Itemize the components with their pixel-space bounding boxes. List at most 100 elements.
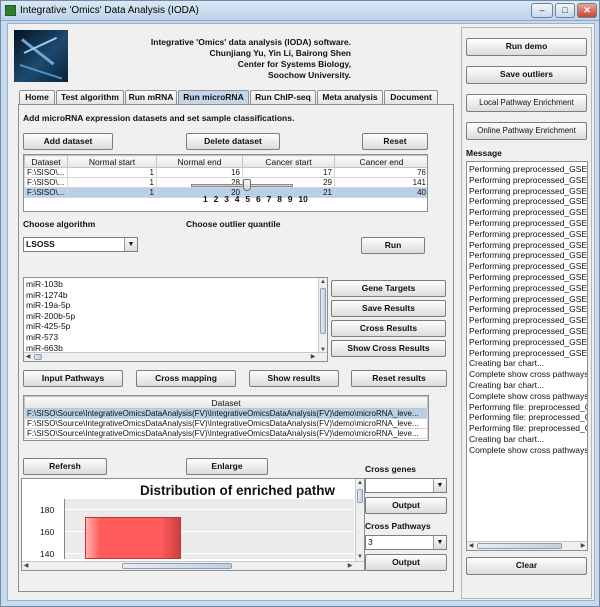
output-pathways-button[interactable]: Output	[365, 554, 447, 571]
table-cell[interactable]: 17	[242, 167, 335, 178]
online-pathway-enrichment-button[interactable]: Online Pathway Enrichment	[466, 122, 587, 140]
cross-pathways-label: Cross Pathways	[365, 521, 431, 531]
tab-home[interactable]: Home	[19, 90, 55, 104]
run-button[interactable]: Run	[361, 237, 425, 254]
minimize-button[interactable]: –	[531, 3, 553, 18]
save-outliers-button[interactable]: Save outliers	[466, 66, 587, 84]
chart-horizontal-scrollbar[interactable]: ◀ ▶	[22, 561, 364, 570]
column-header[interactable]: Cancer start	[242, 155, 335, 168]
list-item[interactable]: miR-573	[24, 332, 327, 343]
scroll-left-icon[interactable]: ◀	[22, 562, 30, 570]
mirna-list[interactable]: miR-103b miR-1274b miR-19a-5p miR-200b-5…	[23, 277, 328, 362]
column-header[interactable]: Dataset	[24, 396, 428, 409]
table-cell[interactable]: F:\SISO\...	[24, 187, 68, 198]
scroll-thumb[interactable]	[122, 563, 232, 569]
column-header[interactable]: Normal start	[67, 155, 157, 168]
table-cell[interactable]: F:\SISO\...	[24, 167, 68, 178]
message-item: Performing file: preprocessed_G	[469, 412, 587, 423]
list-item[interactable]: miR-200b-5p	[24, 311, 327, 322]
chevron-down-icon[interactable]: ▼	[124, 238, 137, 251]
scroll-thumb[interactable]	[477, 543, 562, 549]
maximize-button[interactable]: □	[555, 3, 575, 18]
tab-test-algorithm[interactable]: Test algorithm	[56, 90, 124, 104]
refresh-button[interactable]: Refersh	[23, 458, 107, 475]
input-pathways-button[interactable]: Input Pathways	[23, 370, 123, 387]
scroll-right-icon[interactable]: ▶	[346, 562, 354, 570]
delete-dataset-button[interactable]: Delete dataset	[186, 133, 280, 150]
algorithm-select[interactable]: LSOSS ▼	[23, 237, 138, 252]
message-item: Performing preprocessed_GSE2	[469, 336, 587, 347]
table-row-selected[interactable]: F:\SISO\Source\IntegrativeOmicsDataAnaly…	[24, 408, 428, 419]
list-item[interactable]: miR-103b	[24, 279, 327, 290]
tab-meta-analysis[interactable]: Meta analysis	[317, 90, 383, 104]
scroll-up-icon[interactable]: ▲	[319, 278, 327, 286]
chevron-down-icon[interactable]: ▼	[433, 536, 446, 549]
column-header[interactable]: Normal end	[156, 155, 243, 168]
table-cell[interactable]: 141	[334, 177, 427, 188]
table-row[interactable]: F:\SISO\Source\IntegrativeOmicsDataAnaly…	[24, 428, 428, 439]
table-cell[interactable]: 1	[67, 187, 157, 198]
slider-tick-label: 1	[203, 194, 208, 204]
message-horizontal-scrollbar[interactable]: ◀ ▶	[467, 541, 587, 550]
outlier-slider-thumb[interactable]	[243, 179, 252, 191]
scroll-right-icon[interactable]: ▶	[579, 542, 587, 550]
reset-results-button[interactable]: Reset results	[351, 370, 447, 387]
add-dataset-button[interactable]: Add dataset	[23, 133, 113, 150]
output-genes-button[interactable]: Output	[365, 497, 447, 514]
tab-document[interactable]: Document	[384, 90, 438, 104]
cross-mapping-button[interactable]: Cross mapping	[136, 370, 236, 387]
table-cell[interactable]: 40	[334, 187, 427, 198]
cross-pathways-select[interactable]: 3 ▼	[365, 535, 447, 550]
run-demo-button[interactable]: Run demo	[466, 38, 587, 56]
scroll-left-icon[interactable]: ◀	[24, 353, 32, 361]
outlier-slider-track[interactable]	[191, 184, 293, 187]
table-row[interactable]: F:\SISO\... 1 16 17 76	[24, 167, 427, 178]
cross-genes-select[interactable]: ▼	[365, 478, 447, 493]
message-item: Performing preprocessed_GSE6	[469, 239, 587, 250]
scroll-left-icon[interactable]: ◀	[467, 542, 475, 550]
tab-run-chip-seq[interactable]: Run ChIP-seq	[250, 90, 316, 104]
header-credits: Integrative 'Omics' data analysis (IODA)…	[111, 37, 351, 81]
show-cross-results-button[interactable]: Show Cross Results	[331, 340, 446, 357]
list-vertical-scrollbar[interactable]: ▲ ▼	[318, 278, 327, 354]
column-header[interactable]: Dataset	[24, 155, 68, 168]
list-item[interactable]: miR-1274b	[24, 290, 327, 301]
table-row[interactable]: F:\SISO\Source\IntegrativeOmicsDataAnaly…	[24, 418, 428, 429]
close-button[interactable]: ✕	[577, 3, 597, 18]
scroll-thumb[interactable]	[34, 354, 42, 360]
tab-run-microrna[interactable]: Run microRNA	[178, 90, 249, 105]
save-results-button[interactable]: Save Results	[331, 300, 446, 317]
column-header[interactable]: Cancer end	[334, 155, 427, 168]
clear-button[interactable]: Clear	[466, 557, 587, 575]
reset-button[interactable]: Reset	[362, 133, 428, 150]
chevron-down-icon[interactable]: ▼	[433, 479, 446, 492]
table-cell[interactable]: F:\SISO\...	[24, 177, 68, 188]
list-item[interactable]: miR-425-5p	[24, 321, 327, 332]
local-pathway-enrichment-button[interactable]: Local Pathway Enrichment	[466, 94, 587, 112]
list-item[interactable]: miR-19a-5p	[24, 300, 327, 311]
table-cell[interactable]: F:\SISO\Source\IntegrativeOmicsDataAnaly…	[24, 428, 428, 439]
scroll-right-icon[interactable]: ▶	[309, 353, 317, 361]
table-cell[interactable]: 16	[156, 167, 243, 178]
enlarge-button[interactable]: Enlarge	[186, 458, 268, 475]
table-cell[interactable]: 1	[67, 177, 157, 188]
table-cell[interactable]: 20	[156, 187, 243, 198]
scroll-thumb[interactable]	[320, 288, 326, 334]
scroll-down-icon[interactable]: ▼	[356, 553, 364, 561]
cross-results-button[interactable]: Cross Results	[331, 320, 446, 337]
table-cell[interactable]: 76	[334, 167, 427, 178]
tab-run-mrna[interactable]: Run mRNA	[125, 90, 177, 104]
list-horizontal-scrollbar[interactable]: ◀ ▶	[24, 352, 327, 361]
table-cell[interactable]: 1	[67, 167, 157, 178]
table-cell[interactable]: F:\SISO\Source\IntegrativeOmicsDataAnaly…	[24, 408, 428, 419]
message-item: Performing preprocessed_GSE3	[469, 228, 587, 239]
gene-targets-button[interactable]: Gene Targets	[331, 280, 446, 297]
scroll-thumb[interactable]	[357, 489, 363, 503]
scroll-up-icon[interactable]: ▲	[356, 479, 364, 487]
result-dataset-table[interactable]: Dataset F:\SISO\Source\IntegrativeOmicsD…	[23, 395, 429, 441]
show-results-button[interactable]: Show results	[249, 370, 339, 387]
table-cell[interactable]: F:\SISO\Source\IntegrativeOmicsDataAnaly…	[24, 418, 428, 429]
chart-vertical-scrollbar[interactable]: ▲ ▼	[355, 479, 364, 561]
message-log[interactable]: Performing preprocessed_GSE3 Performing p…	[466, 161, 588, 551]
message-item: Performing preprocessed_GSE6	[469, 196, 587, 207]
